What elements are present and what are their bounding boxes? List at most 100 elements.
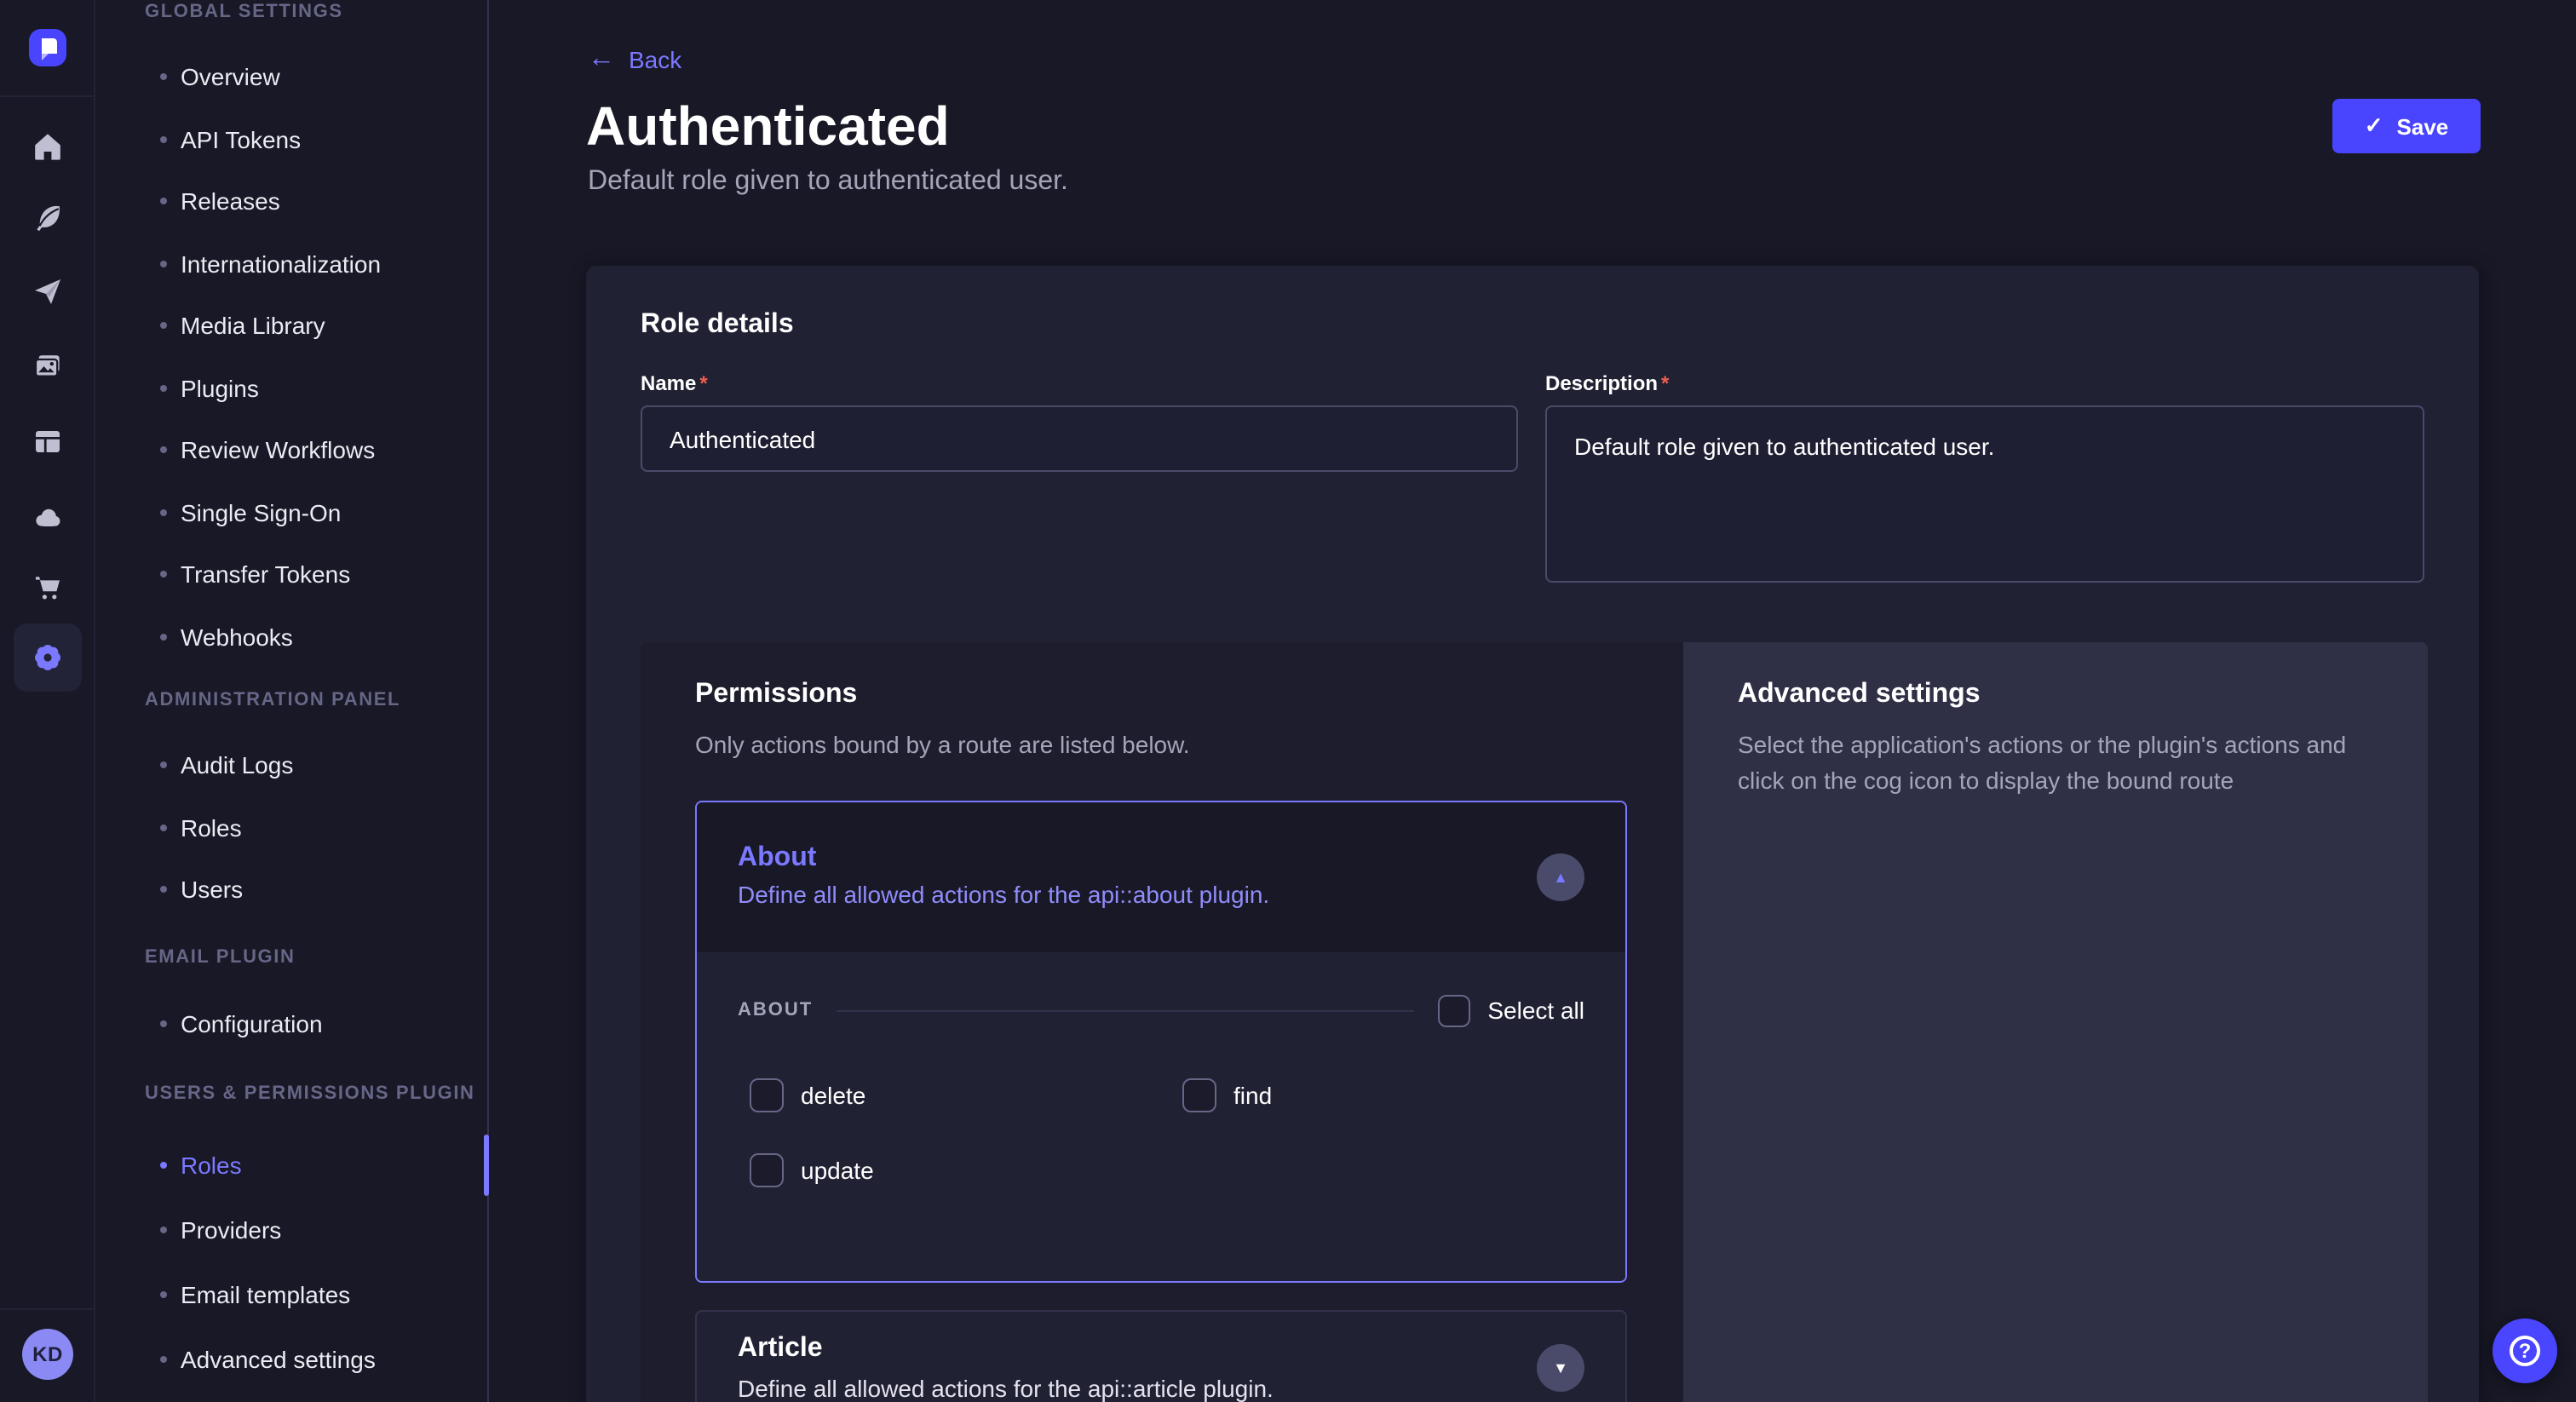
name-input[interactable] — [641, 405, 1518, 472]
permissions-subtitle: Only actions bound by a route are listed… — [695, 731, 1190, 758]
sidebar-item-webhooks[interactable]: Webhooks — [95, 619, 487, 653]
user-avatar[interactable]: KD — [22, 1329, 73, 1380]
bullet-icon — [160, 509, 167, 515]
accordion-about: About Define all allowed actions for the… — [695, 801, 1627, 1283]
bullet-icon — [160, 73, 167, 80]
sidebar-item-email-templates[interactable]: Email templates — [95, 1278, 487, 1312]
chevron-up-icon: ▲ — [1553, 870, 1568, 885]
sidebar-item-audit-logs[interactable]: Audit Logs — [95, 748, 487, 782]
bullet-icon — [160, 824, 167, 830]
description-label: Description* — [1545, 371, 1669, 395]
advanced-settings-title: Advanced settings — [1738, 680, 1981, 710]
sidebar-item-admin-roles[interactable]: Roles — [95, 810, 487, 844]
media-library-icon[interactable] — [13, 332, 81, 400]
main-nav-rail: KD — [0, 0, 95, 1402]
role-details-title: Role details — [641, 310, 794, 341]
bullet-icon — [160, 1227, 167, 1233]
sidebar-item-up-roles[interactable]: Roles — [95, 1148, 487, 1182]
bullet-icon — [160, 260, 167, 267]
permissions-panel: Permissions Only actions bound by a rout… — [641, 642, 1683, 1402]
bullet-icon — [160, 1356, 167, 1363]
sidebar-item-review-workflows[interactable]: Review Workflows — [95, 433, 487, 467]
sidebar-item-admin-users[interactable]: Users — [95, 872, 487, 906]
name-label: Name* — [641, 371, 708, 395]
sidebar-section-administration-panel: ADMINISTRATION PANEL — [145, 683, 400, 717]
sidebar-item-single-sign-on[interactable]: Single Sign-On — [95, 495, 487, 529]
permission-cell-delete: delete — [750, 1078, 865, 1112]
bullet-icon — [160, 135, 167, 142]
sidebar-item-configuration[interactable]: Configuration — [95, 1006, 487, 1040]
check-icon: ✓ — [2365, 112, 2383, 140]
sidebar-item-overview[interactable]: Overview — [95, 60, 487, 94]
advanced-settings-description: Select the application's actions or the … — [1738, 727, 2348, 799]
accordion-about-header[interactable]: About Define all allowed actions for the… — [697, 802, 1625, 952]
strapi-logo-icon — [29, 29, 66, 66]
collapse-button[interactable]: ▲ — [1537, 853, 1584, 901]
bullet-icon — [160, 571, 167, 577]
group-divider — [837, 1009, 1414, 1011]
find-checkbox[interactable] — [1182, 1078, 1216, 1112]
home-icon[interactable] — [13, 112, 81, 181]
select-all-label[interactable]: Select all — [1487, 997, 1584, 1024]
accordion-about-title: About — [738, 843, 816, 874]
content-type-builder-icon[interactable] — [13, 407, 81, 475]
sidebar-section-global-settings: GLOBAL SETTINGS — [145, 0, 343, 29]
update-label[interactable]: update — [801, 1157, 874, 1184]
bullet-icon — [160, 886, 167, 893]
settings-sidebar: GLOBAL SETTINGS Overview API Tokens Rele… — [95, 0, 489, 1402]
role-details-card: Role details Name* Description* Default … — [586, 266, 2479, 1402]
accordion-article-header[interactable]: Article Define all allowed actions for t… — [695, 1310, 1627, 1402]
sidebar-item-api-tokens[interactable]: API Tokens — [95, 122, 487, 156]
sidebar-item-providers[interactable]: Providers — [95, 1213, 487, 1247]
save-button[interactable]: ✓ Save — [2332, 99, 2481, 153]
bullet-icon — [160, 384, 167, 391]
accordion-about-body: ABOUT Select all delete find — [697, 952, 1625, 1281]
update-checkbox[interactable] — [750, 1153, 784, 1187]
chevron-down-icon: ▼ — [1553, 1360, 1568, 1376]
content-manager-icon[interactable] — [13, 184, 81, 252]
description-textarea[interactable]: Default role given to authenticated user… — [1545, 405, 2424, 583]
rail-divider — [0, 1308, 94, 1310]
bullet-icon — [160, 1291, 167, 1298]
sidebar-item-internationalization[interactable]: Internationalization — [95, 246, 487, 280]
bullet-icon — [160, 322, 167, 329]
accordion-article-subtitle: Define all allowed actions for the api::… — [738, 1375, 1274, 1402]
releases-icon[interactable] — [13, 257, 81, 325]
required-mark: * — [1661, 371, 1669, 395]
back-link[interactable]: ← Back — [588, 46, 681, 73]
sidebar-item-up-advanced-settings[interactable]: Advanced settings — [95, 1342, 487, 1376]
delete-label[interactable]: delete — [801, 1082, 865, 1109]
cloud-icon[interactable] — [13, 484, 81, 552]
expand-button[interactable]: ▼ — [1537, 1344, 1584, 1392]
page-title: Authenticated — [586, 95, 950, 158]
sidebar-section-email-plugin: EMAIL PLUGIN — [145, 940, 295, 974]
accordion-about-subtitle: Define all allowed actions for the api::… — [738, 881, 1269, 908]
delete-checkbox[interactable] — [750, 1078, 784, 1112]
bullet-icon — [160, 1162, 167, 1169]
back-label: Back — [629, 46, 681, 73]
sidebar-item-releases[interactable]: Releases — [95, 184, 487, 218]
select-all-checkbox[interactable] — [1438, 994, 1470, 1026]
about-group-row: ABOUT Select all — [738, 993, 1584, 1027]
marketplace-icon[interactable] — [13, 554, 81, 622]
page-subtitle: Default role given to authenticated user… — [588, 167, 1068, 198]
about-group-label: ABOUT — [738, 1000, 813, 1020]
strapi-admin-app: KD GLOBAL SETTINGS Overview API Tokens R… — [0, 0, 2576, 1402]
sidebar-item-plugins[interactable]: Plugins — [95, 371, 487, 405]
bullet-icon — [160, 198, 167, 204]
required-mark: * — [699, 371, 707, 395]
find-label[interactable]: find — [1233, 1082, 1272, 1109]
question-mark-icon: ? — [2510, 1336, 2540, 1366]
help-button[interactable]: ? — [2493, 1319, 2557, 1383]
bullet-icon — [160, 633, 167, 640]
settings-icon[interactable] — [13, 623, 81, 692]
accordion-article-title: Article — [738, 1334, 823, 1365]
permission-cell-update: update — [750, 1153, 874, 1187]
permission-cell-find: find — [1182, 1078, 1272, 1112]
permissions-title: Permissions — [695, 680, 857, 710]
rail-divider — [0, 95, 94, 97]
bullet-icon — [160, 761, 167, 768]
sidebar-item-transfer-tokens[interactable]: Transfer Tokens — [95, 557, 487, 591]
strapi-logo[interactable] — [29, 29, 66, 66]
sidebar-item-media-library[interactable]: Media Library — [95, 308, 487, 342]
